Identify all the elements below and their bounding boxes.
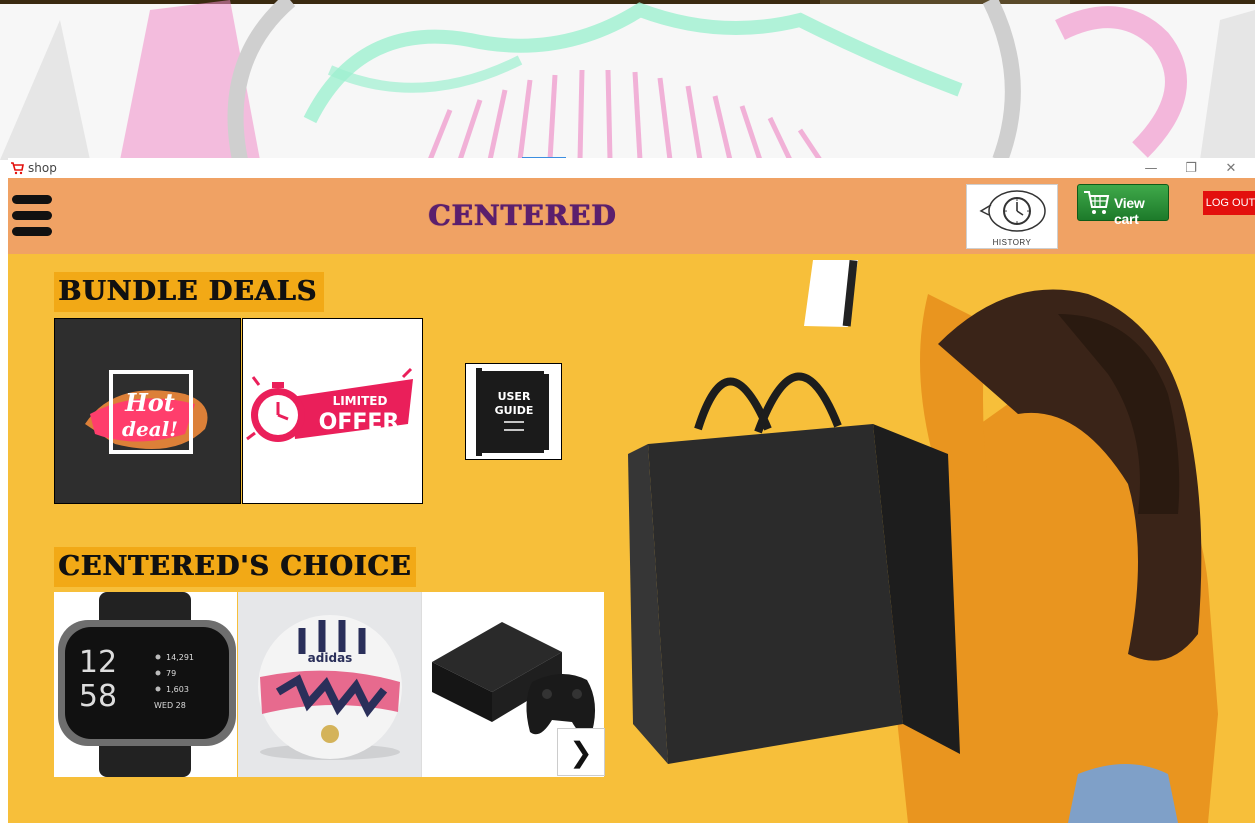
user-guide-image: USER GUIDE <box>476 368 549 456</box>
app-cart-icon <box>10 161 24 175</box>
wallpaper-art <box>0 0 1255 160</box>
desktop-wallpaper <box>0 0 1255 160</box>
watch-cal: 1,603 <box>166 685 189 694</box>
hero-image <box>628 259 1218 823</box>
window-titlebar[interactable]: shop — ❐ ✕ <box>8 158 1255 178</box>
product-smartwatch[interactable]: 12 58 14,291 79 1,603 WED 28 <box>54 592 237 777</box>
close-button[interactable]: ✕ <box>1211 158 1251 178</box>
maximize-button[interactable]: ❐ <box>1171 158 1211 178</box>
view-cart-label: View cart <box>1114 195 1145 227</box>
limited-offer-tile[interactable]: LIMITED OFFER <box>242 318 423 504</box>
hot-deal-line1: Hot <box>124 388 175 417</box>
product-football[interactable]: adidas <box>238 592 421 777</box>
bundle-deals-title: BUNDLE DEALS <box>54 272 324 312</box>
offer-line1: LIMITED <box>333 394 388 408</box>
window-title: shop <box>28 161 57 175</box>
user-guide-tile[interactable]: USER GUIDE <box>465 363 562 460</box>
menu-button[interactable] <box>12 195 52 237</box>
cart-icon <box>1084 191 1110 214</box>
menu-icon <box>12 195 52 204</box>
watch-heart: 79 <box>166 669 176 678</box>
logout-button[interactable]: LOG OUT <box>1203 191 1255 215</box>
chevron-right-icon: ❯ <box>569 735 593 769</box>
app-header: CENTERED HISTORY View cart LOG OUT <box>8 178 1255 254</box>
watch-time-bottom: 58 <box>79 679 117 714</box>
main-content: BUNDLE DEALS Hot deal! LIMITED OFFER USE… <box>8 254 1255 823</box>
limited-offer-image: LIMITED OFFER <box>246 367 413 442</box>
minimize-button[interactable]: — <box>1131 158 1171 178</box>
shop-window: shop — ❐ ✕ CENTERED HISTORY View cart LO… <box>8 158 1255 823</box>
history-label: HISTORY <box>992 238 1032 247</box>
watch-date: WED 28 <box>154 701 186 710</box>
next-products-button[interactable]: ❯ <box>557 728 605 776</box>
hot-deal-image: Hot deal! <box>85 370 208 454</box>
clock-icon <box>979 190 1046 232</box>
watch-steps: 14,291 <box>166 653 194 662</box>
ball-brand: adidas <box>308 651 353 665</box>
smartwatch-image: 12 58 14,291 79 1,603 WED 28 <box>58 592 236 777</box>
football-image: adidas <box>258 615 402 760</box>
watch-time-top: 12 <box>79 645 117 680</box>
brand-title: CENTERED <box>428 199 617 232</box>
guide-line2: GUIDE <box>495 404 534 417</box>
offer-line2: OFFER <box>319 410 400 435</box>
view-cart-button[interactable]: View cart <box>1077 184 1169 227</box>
hot-deal-line2: deal! <box>122 417 178 441</box>
guide-line1: USER <box>498 390 531 403</box>
hot-deal-tile[interactable]: Hot deal! <box>54 318 241 504</box>
centered-choice-title: CENTERED'S CHOICE <box>54 547 416 587</box>
history-button[interactable]: HISTORY <box>966 184 1058 249</box>
